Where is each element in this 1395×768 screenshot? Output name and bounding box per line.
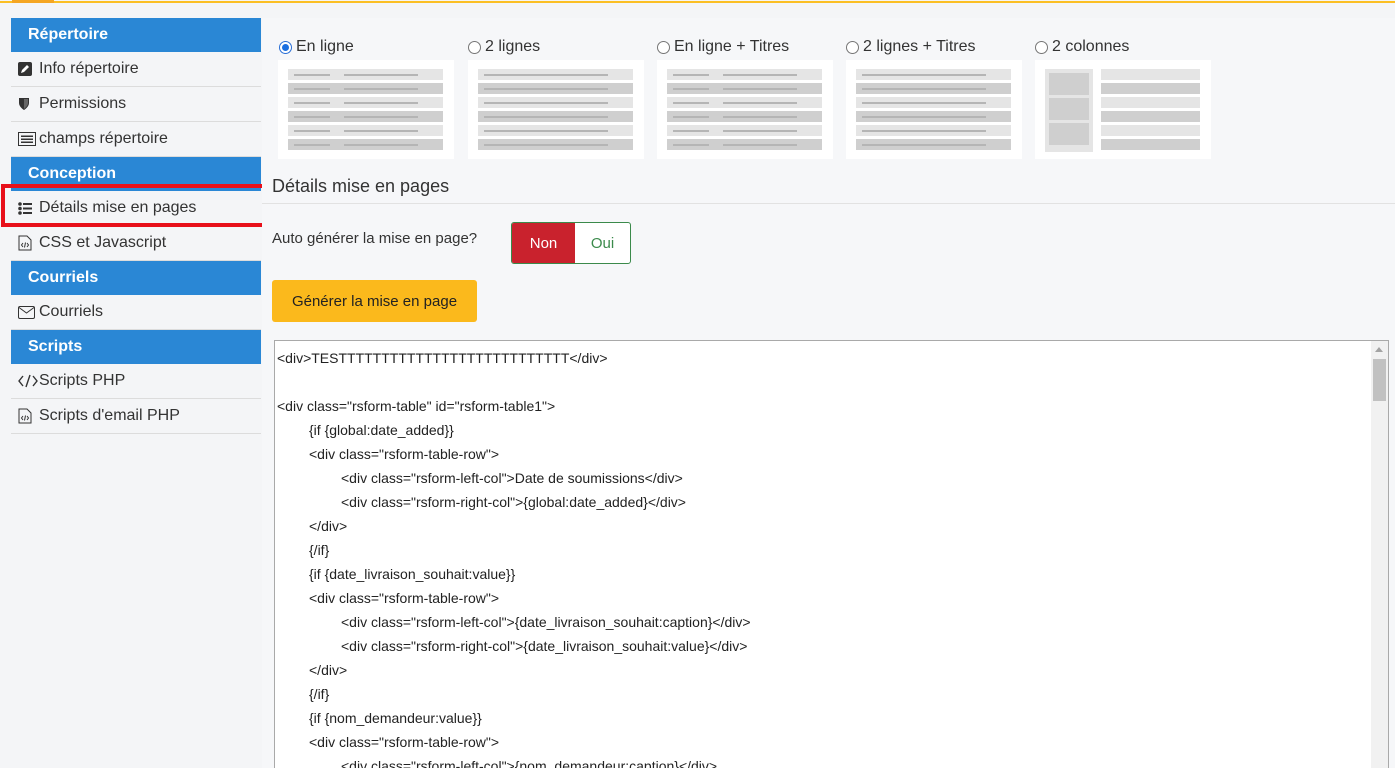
code-line: {/if}: [309, 686, 330, 702]
layout-option-2-colonnes[interactable]: 2 colonnes: [1035, 38, 1129, 56]
section-title: Détails mise en pages: [272, 176, 450, 196]
sidebar-item-label: CSS et Javascript: [39, 234, 167, 251]
layout-option-2-lignes-titres[interactable]: 2 lignes + Titres: [846, 38, 976, 56]
sidebar-item-label: Scripts PHP: [39, 372, 126, 389]
code-line: <div class="rsform-table-row">: [309, 734, 500, 750]
toggle-oui[interactable]: Oui: [575, 223, 630, 263]
code-line: {if {date_livraison_souhait:value}}: [309, 566, 516, 582]
section-repertoire: Répertoire: [11, 18, 261, 52]
radio[interactable]: [657, 40, 670, 54]
auto-generate-toggle[interactable]: Non Oui: [511, 222, 631, 264]
shield-icon: [18, 95, 38, 113]
code-line: <div class="rsform-right-col">{date_livr…: [341, 638, 748, 654]
code-line: {/if}: [309, 542, 330, 558]
layout-option-2-lignes[interactable]: 2 lignes: [468, 38, 540, 56]
code-line: </div>: [309, 662, 348, 678]
section-scripts: Scripts: [11, 330, 261, 364]
radio-selected[interactable]: [279, 40, 292, 54]
layout-label: 2 lignes: [485, 38, 541, 55]
highlight-annotation: [1, 184, 266, 227]
layout-code-editor[interactable]: <div>TESTTTTTTTTTTTTTTTTTTTTTTTTTTT</div…: [274, 340, 1389, 768]
code-line: <div class="rsform-left-col">{nom_demand…: [341, 758, 718, 768]
sidebar: Répertoire Info répertoire Permissions c…: [0, 18, 262, 768]
layout-preview-en-ligne-titres[interactable]: [657, 60, 833, 159]
layout-label: En ligne: [296, 38, 354, 55]
layout-preview-en-ligne[interactable]: [278, 60, 454, 159]
radio[interactable]: [468, 40, 481, 54]
code-line: <div class="rsform-right-col">{global:da…: [341, 494, 686, 510]
top-bar: [0, 0, 1395, 3]
list-form-icon: [18, 130, 38, 148]
layout-preview-2-lignes[interactable]: [468, 60, 644, 159]
envelope-icon: [18, 303, 38, 321]
code-line: </div>: [309, 518, 348, 534]
code-line: <div class="rsform-table" id="rsform-tab…: [277, 398, 556, 414]
code-file-icon: [18, 407, 38, 425]
code-file-icon: [18, 234, 38, 252]
edit-icon: [18, 60, 38, 78]
sidebar-item-label: Permissions: [39, 95, 127, 112]
layout-label: 2 lignes + Titres: [863, 38, 976, 55]
code-line: <div class="rsform-table-row">: [309, 590, 500, 606]
sidebar-item-label: Info répertoire: [39, 60, 139, 77]
sidebar-item-label: champs répertoire: [39, 130, 168, 147]
sidebar-item-label: Scripts d'email PHP: [39, 407, 180, 424]
sidebar-item-css-javascript[interactable]: CSS et Javascript: [11, 226, 261, 261]
code-line: <div class="rsform-left-col">Date de sou…: [341, 470, 683, 486]
sidebar-item-champs-repertoire[interactable]: champs répertoire: [11, 122, 261, 157]
layout-option-en-ligne-titres[interactable]: En ligne + Titres: [657, 38, 789, 56]
scroll-up-icon[interactable]: [1375, 347, 1383, 352]
code-line: {if {global:date_added}}: [309, 422, 454, 438]
code-line: <div class="rsform-table-row">: [309, 446, 500, 462]
sidebar-item-courriels[interactable]: Courriels: [11, 295, 261, 330]
generate-layout-button[interactable]: Générer la mise en page: [272, 280, 477, 322]
layout-preview-2-colonnes[interactable]: [1035, 60, 1211, 159]
vertical-scrollbar[interactable]: [1371, 341, 1388, 768]
layout-preview-2-lignes-titres[interactable]: [846, 60, 1022, 159]
sidebar-item-scripts-email-php[interactable]: Scripts d'email PHP: [11, 399, 261, 434]
code-line: {if {nom_demandeur:value}}: [309, 710, 482, 726]
divider: [262, 203, 1395, 204]
main-content: En ligne 2 lignes En ligne + Titres 2 li…: [262, 18, 1395, 768]
sidebar-item-scripts-php[interactable]: Scripts PHP: [11, 364, 261, 399]
layout-option-en-ligne[interactable]: En ligne: [279, 38, 354, 56]
auto-generate-label: Auto générer la mise en page?: [272, 230, 478, 247]
scroll-thumb[interactable]: [1373, 359, 1386, 401]
code-icon: [18, 372, 38, 390]
sidebar-item-permissions[interactable]: Permissions: [11, 87, 261, 122]
toggle-non[interactable]: Non: [512, 223, 575, 263]
section-courriels: Courriels: [11, 261, 261, 295]
sidebar-item-info-repertoire[interactable]: Info répertoire: [11, 52, 261, 87]
code-line: <div class="rsform-left-col">{date_livra…: [341, 614, 751, 630]
code-content[interactable]: <div>TESTTTTTTTTTTTTTTTTTTTTTTTTTTT</div…: [277, 346, 751, 768]
layout-label: En ligne + Titres: [674, 38, 790, 55]
sidebar-item-label: Courriels: [39, 303, 104, 320]
code-line: <div>TESTTTTTTTTTTTTTTTTTTTTTTTTTTT</div…: [277, 350, 608, 366]
radio[interactable]: [846, 40, 859, 54]
radio[interactable]: [1035, 40, 1048, 54]
layout-label: 2 colonnes: [1052, 38, 1130, 55]
top-accent: [12, 0, 54, 3]
